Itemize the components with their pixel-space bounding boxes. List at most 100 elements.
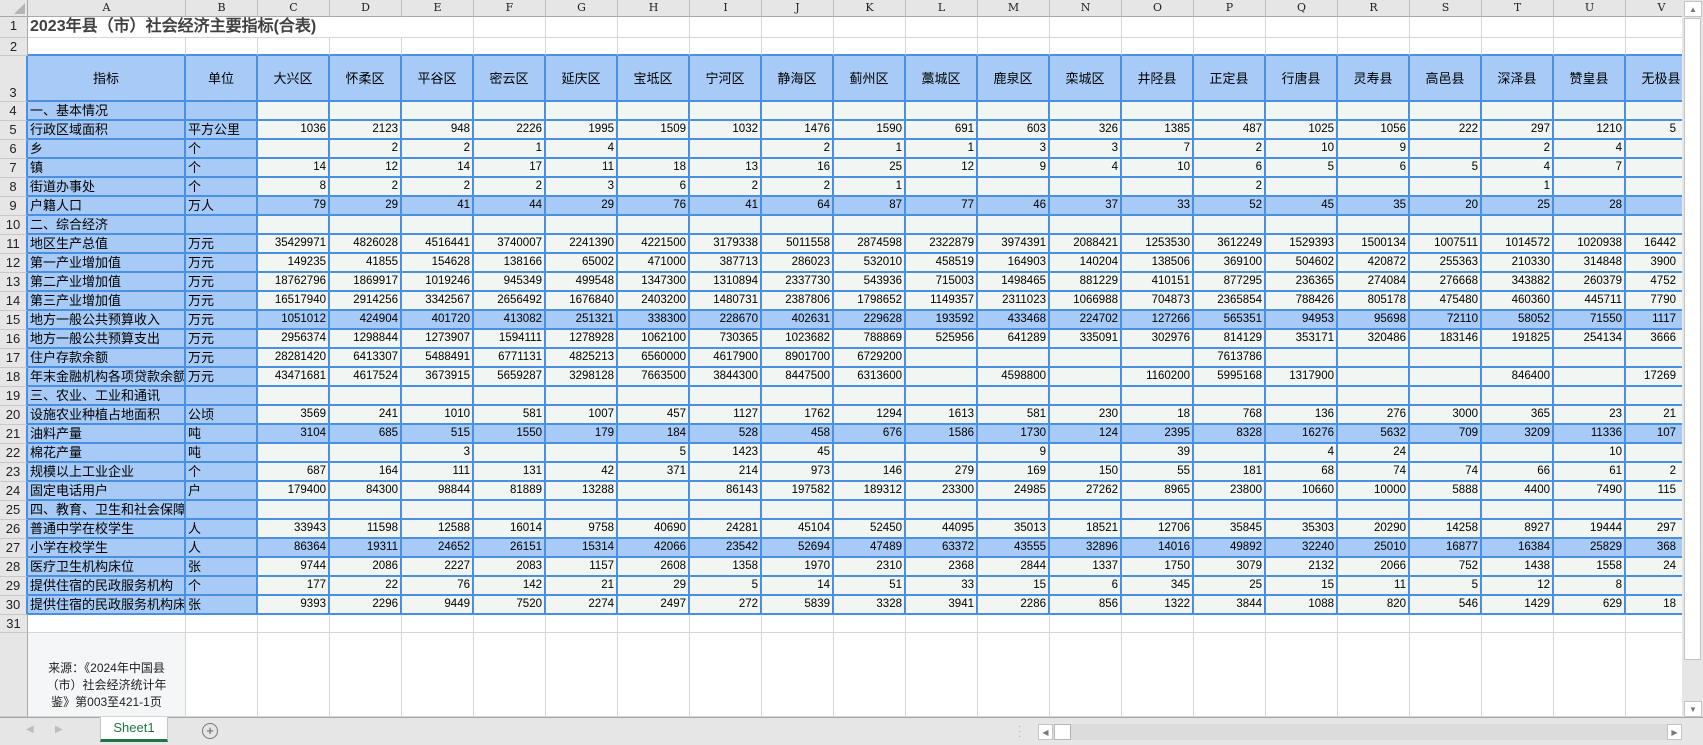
data-cell[interactable]: 353171 xyxy=(1266,330,1338,349)
data-cell[interactable] xyxy=(1266,178,1338,197)
data-cell[interactable]: 2956374 xyxy=(258,330,330,349)
data-cell[interactable] xyxy=(906,444,978,463)
data-cell[interactable]: 368 xyxy=(1626,539,1682,558)
data-cell[interactable]: 24 xyxy=(1626,558,1682,577)
data-cell[interactable]: 24652 xyxy=(402,539,474,558)
row-header[interactable]: 2 xyxy=(0,38,28,56)
data-cell[interactable]: 6 xyxy=(1338,159,1410,178)
data-cell[interactable]: 9449 xyxy=(402,596,474,615)
data-cell[interactable] xyxy=(1410,368,1482,387)
horizontal-scrollbar[interactable]: ◀ ▶ xyxy=(1038,724,1682,740)
data-cell[interactable]: 877295 xyxy=(1194,273,1266,292)
data-cell[interactable] xyxy=(1410,387,1482,406)
data-cell[interactable] xyxy=(330,387,402,406)
data-cell[interactable]: 846400 xyxy=(1482,368,1554,387)
data-cell[interactable]: 98844 xyxy=(402,482,474,501)
unit-label[interactable]: 吨 xyxy=(186,425,258,444)
data-cell[interactable] xyxy=(1626,102,1682,121)
data-cell[interactable]: 94953 xyxy=(1266,311,1338,330)
data-cell[interactable]: 29 xyxy=(330,197,402,216)
header-region[interactable]: 静海区 xyxy=(762,56,834,102)
indicator-label[interactable]: 普通中学在校学生 xyxy=(28,520,186,539)
cell[interactable] xyxy=(1626,17,1682,38)
data-cell[interactable] xyxy=(834,216,906,235)
header-region[interactable]: 平谷区 xyxy=(402,56,474,102)
data-cell[interactable]: 1762 xyxy=(762,406,834,425)
column-header-o[interactable]: O xyxy=(1122,0,1194,17)
data-cell[interactable] xyxy=(690,387,762,406)
cell[interactable] xyxy=(474,633,546,717)
data-cell[interactable]: 338300 xyxy=(618,311,690,330)
data-cell[interactable]: 5659287 xyxy=(474,368,546,387)
data-cell[interactable] xyxy=(1266,349,1338,368)
data-cell[interactable]: 66 xyxy=(1482,463,1554,482)
data-cell[interactable] xyxy=(1554,349,1626,368)
header-region[interactable]: 栾城区 xyxy=(1050,56,1122,102)
row-header[interactable]: 1 xyxy=(0,17,28,38)
data-cell[interactable] xyxy=(1482,387,1554,406)
data-cell[interactable]: 25 xyxy=(1482,197,1554,216)
data-cell[interactable]: 8901700 xyxy=(762,349,834,368)
data-cell[interactable]: 3 xyxy=(546,178,618,197)
indicator-label[interactable]: 地方一般公共预算收入 xyxy=(28,311,186,330)
data-cell[interactable]: 2086 xyxy=(330,558,402,577)
cell[interactable] xyxy=(1050,17,1122,38)
data-cell[interactable]: 532010 xyxy=(834,254,906,273)
data-cell[interactable]: 1322 xyxy=(1122,596,1194,615)
row-header[interactable]: 22 xyxy=(0,444,28,463)
data-cell[interactable]: 286023 xyxy=(762,254,834,273)
data-cell[interactable]: 6560000 xyxy=(618,349,690,368)
data-cell[interactable]: 5 xyxy=(618,444,690,463)
data-cell[interactable]: 41 xyxy=(402,197,474,216)
data-cell[interactable]: 345 xyxy=(1122,577,1194,596)
column-header-p[interactable]: P xyxy=(1194,0,1266,17)
row-header[interactable]: 31 xyxy=(0,615,28,633)
data-cell[interactable]: 3666 xyxy=(1626,330,1682,349)
data-cell[interactable]: 1298844 xyxy=(330,330,402,349)
data-cell[interactable]: 343882 xyxy=(1482,273,1554,292)
data-cell[interactable]: 581 xyxy=(474,406,546,425)
data-cell[interactable]: 28 xyxy=(1554,197,1626,216)
data-cell[interactable]: 1036 xyxy=(258,121,330,140)
indicator-label[interactable]: 地方一般公共预算支出 xyxy=(28,330,186,349)
indicator-label[interactable]: 行政区域面积 xyxy=(28,121,186,140)
data-cell[interactable]: 371 xyxy=(618,463,690,482)
header-region[interactable]: 无极县 xyxy=(1626,56,1682,102)
data-cell[interactable]: 402631 xyxy=(762,311,834,330)
cell[interactable] xyxy=(690,17,762,38)
data-cell[interactable]: 276 xyxy=(1338,406,1410,425)
cell[interactable] xyxy=(474,17,546,38)
data-cell[interactable]: 433468 xyxy=(978,311,1050,330)
data-cell[interactable]: 136 xyxy=(1266,406,1338,425)
row-header[interactable]: 13 xyxy=(0,273,28,292)
data-cell[interactable]: 193592 xyxy=(906,311,978,330)
data-cell[interactable]: 1750 xyxy=(1122,558,1194,577)
data-cell[interactable]: 154628 xyxy=(402,254,474,273)
data-cell[interactable] xyxy=(1482,102,1554,121)
cell[interactable] xyxy=(1410,38,1482,56)
cell[interactable] xyxy=(978,17,1050,38)
data-cell[interactable]: 1066988 xyxy=(1050,292,1122,311)
data-cell[interactable]: 2 xyxy=(762,140,834,159)
row-header[interactable]: 28 xyxy=(0,558,28,577)
data-cell[interactable]: 3342567 xyxy=(402,292,474,311)
data-cell[interactable]: 4516441 xyxy=(402,235,474,254)
data-cell[interactable]: 3900 xyxy=(1626,254,1682,273)
data-cell[interactable]: 16014 xyxy=(474,520,546,539)
data-cell[interactable]: 5 xyxy=(1410,577,1482,596)
header-region[interactable]: 鹿泉区 xyxy=(978,56,1050,102)
unit-label[interactable]: 张 xyxy=(186,596,258,615)
data-cell[interactable]: 169 xyxy=(978,463,1050,482)
cell[interactable] xyxy=(330,615,402,633)
data-cell[interactable]: 2337730 xyxy=(762,273,834,292)
data-cell[interactable] xyxy=(618,216,690,235)
cell[interactable] xyxy=(762,615,834,633)
data-cell[interactable]: 413082 xyxy=(474,311,546,330)
data-cell[interactable]: 5 xyxy=(1410,159,1482,178)
cell[interactable] xyxy=(186,633,258,717)
data-cell[interactable] xyxy=(906,216,978,235)
data-cell[interactable] xyxy=(1626,159,1682,178)
data-cell[interactable]: 3974391 xyxy=(978,235,1050,254)
cell[interactable] xyxy=(1266,17,1338,38)
data-cell[interactable]: 44 xyxy=(474,197,546,216)
